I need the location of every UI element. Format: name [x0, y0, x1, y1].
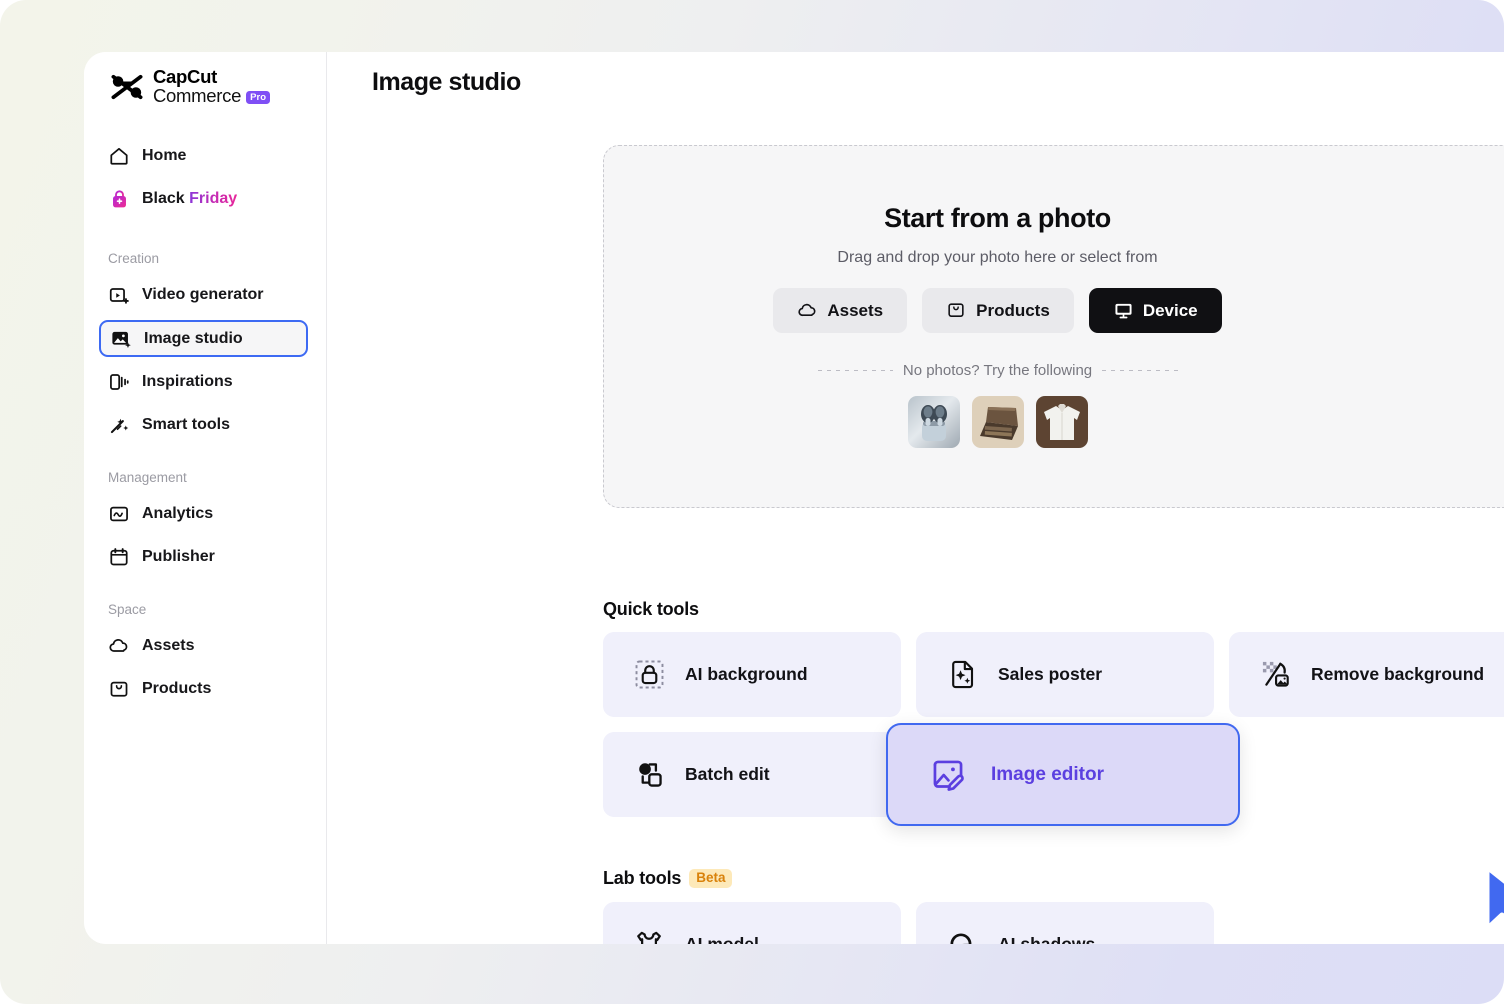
app-logo[interactable]: CapCut Commerce Pro — [84, 52, 326, 108]
capcut-logo-icon — [110, 72, 144, 102]
sidebar-item-label: Inspirations — [142, 373, 233, 391]
quick-tools-header: Quick tools — [603, 599, 699, 620]
dropzone-subtitle: Drag and drop your photo here or select … — [837, 249, 1157, 267]
eyeshadow-palette-thumbnail[interactable] — [972, 396, 1024, 448]
page-background: CapCut Commerce Pro Home — [0, 0, 1504, 1004]
sidebar-item-label: Black Friday — [142, 190, 237, 208]
sidebar-item-smart-tools[interactable]: Smart tools — [108, 407, 312, 443]
remove-background-icon — [1260, 659, 1291, 690]
tool-card-batch-edit[interactable]: Batch edit — [603, 732, 901, 817]
main-content: Image studio Start from a photo Drag and… — [327, 52, 1504, 944]
quick-tools-row-1: AI background Sales poster — [603, 632, 1504, 717]
shopping-bag-icon — [108, 188, 130, 210]
sidebar-item-label: Image studio — [144, 330, 243, 348]
batch-edit-icon — [634, 759, 665, 790]
sidebar-group-creation-title: Creation — [108, 251, 326, 266]
black-friday-accent: Friday — [189, 190, 237, 207]
ai-model-shirt-icon — [634, 929, 665, 944]
photo-dropzone[interactable]: Start from a photo Drag and drop your ph… — [603, 145, 1504, 508]
tool-card-label: Sales poster — [998, 664, 1102, 685]
tool-card-sales-poster[interactable]: Sales poster — [916, 632, 1214, 717]
inspirations-icon — [108, 371, 130, 393]
sample-thumbnails — [908, 396, 1088, 448]
sidebar-item-label: Products — [142, 680, 211, 698]
tool-card-ai-model[interactable]: AI model — [603, 902, 901, 944]
home-icon — [108, 145, 130, 167]
tool-card-ai-shadows[interactable]: AI shadows — [916, 902, 1214, 944]
sales-poster-icon — [947, 659, 978, 690]
no-photos-text: No photos? Try the following — [903, 362, 1092, 379]
tool-card-label: AI shadows — [998, 934, 1095, 944]
tool-card-label: Batch edit — [685, 764, 770, 785]
pro-badge: Pro — [246, 91, 270, 104]
dropzone-title: Start from a photo — [884, 203, 1111, 234]
assets-button[interactable]: Assets — [773, 288, 907, 333]
smart-tools-icon — [108, 414, 130, 436]
cloud-icon — [797, 300, 818, 321]
products-button-label: Products — [976, 301, 1050, 321]
publisher-calendar-icon — [108, 546, 130, 568]
sidebar-item-label: Assets — [142, 637, 194, 655]
quick-tools-row-2: Batch edit Image editor — [603, 732, 901, 817]
sidebar-item-label: Publisher — [142, 548, 215, 566]
tool-card-label: Image editor — [991, 764, 1104, 786]
no-photos-divider: No photos? Try the following — [818, 362, 1178, 379]
analytics-icon — [108, 503, 130, 525]
sidebar-nav: Home Black Friday — [84, 108, 326, 707]
sidebar-item-publisher[interactable]: Publisher — [108, 539, 312, 575]
lab-tools-title: Lab tools — [603, 868, 681, 889]
sidebar-item-label: Video generator — [142, 286, 264, 304]
ai-background-icon — [634, 659, 665, 690]
tool-card-image-editor[interactable]: Image editor — [886, 723, 1240, 826]
cloud-assets-icon — [108, 635, 130, 657]
page-title: Image studio — [372, 68, 521, 97]
sidebar-item-label: Analytics — [142, 505, 213, 523]
beta-badge: Beta — [689, 869, 732, 888]
sidebar-group-management-title: Management — [108, 470, 326, 485]
sidebar-item-assets[interactable]: Assets — [108, 628, 312, 664]
products-bag-icon — [108, 678, 130, 700]
logo-secondary-text: Commerce — [153, 87, 241, 106]
lab-tools-row: AI model AI shadows — [603, 902, 1214, 944]
sidebar-group-space-title: Space — [108, 602, 326, 617]
sidebar: CapCut Commerce Pro Home — [84, 52, 327, 944]
tool-card-ai-background[interactable]: AI background — [603, 632, 901, 717]
device-button-label: Device — [1143, 301, 1198, 321]
app-window: CapCut Commerce Pro Home — [84, 52, 1504, 944]
dropzone-source-buttons: Assets Products — [773, 288, 1221, 333]
sidebar-item-black-friday[interactable]: Black Friday — [108, 181, 312, 217]
sidebar-item-image-studio[interactable]: Image studio — [99, 320, 308, 357]
tool-card-remove-background[interactable]: Remove background — [1229, 632, 1504, 717]
white-shirt-thumbnail[interactable] — [1036, 396, 1088, 448]
sidebar-item-video-generator[interactable]: Video generator — [108, 277, 312, 313]
ai-shadows-icon — [947, 929, 978, 944]
assets-button-label: Assets — [827, 301, 883, 321]
divider-dash-left — [818, 370, 893, 371]
products-bag-icon — [946, 300, 967, 321]
sidebar-item-analytics[interactable]: Analytics — [108, 496, 312, 532]
sidebar-item-inspirations[interactable]: Inspirations — [108, 364, 312, 400]
lab-tools-header: Lab tools Beta — [603, 868, 732, 889]
monitor-icon — [1113, 300, 1134, 321]
mouse-pointer-cursor — [1479, 863, 1504, 939]
quick-tools-title: Quick tools — [603, 599, 699, 620]
divider-dash-right — [1102, 370, 1177, 371]
tool-card-label: AI model — [685, 934, 759, 944]
sidebar-item-products[interactable]: Products — [108, 671, 312, 707]
topbar: Image studio — [327, 52, 1504, 112]
tool-card-label: Remove background — [1311, 664, 1484, 685]
tool-card-label: AI background — [685, 664, 808, 685]
video-generator-icon — [108, 284, 130, 306]
device-button[interactable]: Device — [1089, 288, 1222, 333]
image-editor-icon — [930, 757, 966, 793]
earbuds-thumbnail[interactable] — [908, 396, 960, 448]
sidebar-item-label: Home — [142, 147, 186, 165]
products-button[interactable]: Products — [922, 288, 1074, 333]
scroll-content: Start from a photo Drag and drop your ph… — [327, 112, 1504, 944]
sidebar-item-home[interactable]: Home — [108, 138, 312, 174]
image-studio-icon — [110, 328, 132, 350]
sidebar-item-label: Smart tools — [142, 416, 230, 434]
